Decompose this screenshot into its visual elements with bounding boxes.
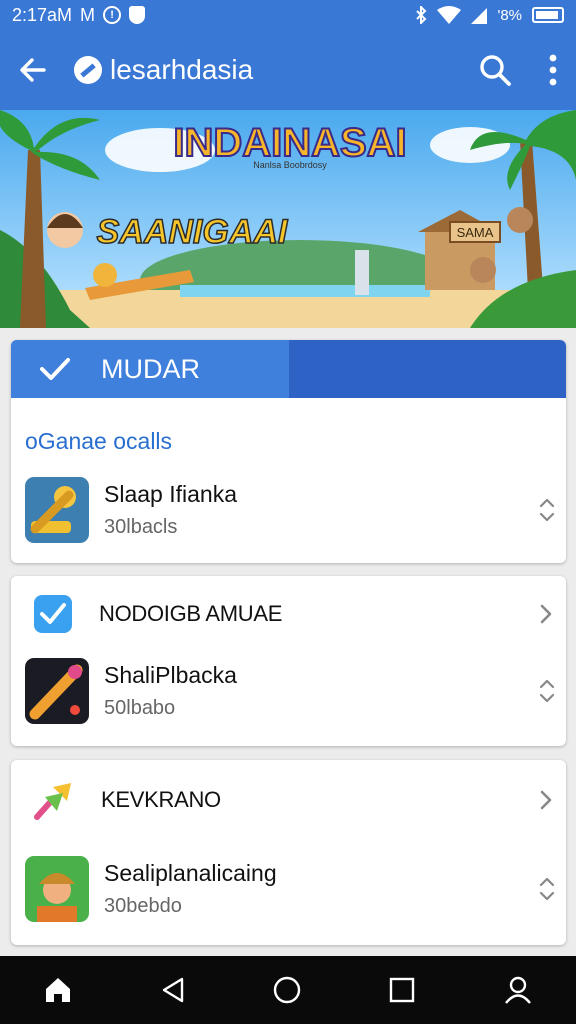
up-down-icon[interactable] [539,497,555,523]
app-icon [25,477,89,543]
list-item[interactable]: Sealiplanalicaing 30bebdo [25,854,555,924]
banner-tagline: Nanlsa Boobrdosy [253,160,327,170]
app-title-group: lesarhdasia [74,54,253,86]
group-label: KEVKRANO [101,787,221,812]
search-icon[interactable] [478,53,512,87]
item-subtitle: 50lbabo [104,697,176,719]
app-logo-icon [74,56,102,84]
section-title: oGanae ocalls [25,428,173,454]
chevron-right-icon[interactable] [539,603,553,625]
games-card: MUDAR oGanae ocalls Slaap Ifianka 30lbac… [11,340,566,563]
person-icon[interactable] [504,976,532,1004]
battery-icon [532,7,564,23]
arrow-left-icon[interactable] [18,55,48,85]
more-vertical-icon[interactable] [548,54,558,86]
app-bar: lesarhdasia [0,30,576,110]
banner-hut-sign: SAMA [457,225,494,240]
group-card: KEVKRANO Sealiplanalicaing 30bebdo [11,760,566,945]
signal-icon [471,8,488,24]
system-nav-bar [0,956,576,1024]
item-name: ShaliPlbacka [104,662,237,688]
item-subtitle: 30lbacls [104,516,178,538]
tab-label: MUDAR [101,353,200,384]
checkbox-icon[interactable] [33,594,73,634]
banner-headline: INDAINASAI [173,121,406,165]
colorful-arrow-icon [34,783,71,820]
wifi-icon [437,6,462,24]
item-name: Sealiplanalicaing [104,860,277,886]
circle-home-icon[interactable] [273,976,301,1004]
group-header[interactable]: NODOIGB AMUAE [33,592,553,636]
banner-artwork: INDAINASAI Nanlsa Boobrdosy SAANIGAAI SA… [0,110,576,328]
up-down-icon[interactable] [539,678,555,704]
info-icon: ! [103,6,122,24]
bluetooth-icon [416,6,427,24]
tab-mudar[interactable]: MUDAR [11,340,289,398]
app-icon [25,658,89,724]
status-time: 2:17aM [12,4,73,25]
square-recents-icon[interactable] [389,977,415,1003]
tab-bar: MUDAR [11,340,566,398]
battery-percent: '8% [497,6,522,24]
app-title: lesarhdasia [110,54,254,85]
up-down-icon[interactable] [539,876,555,902]
chevron-right-icon[interactable] [539,789,553,811]
status-carrier: M [80,4,96,25]
group-card: NODOIGB AMUAE ShaliPlbacka 50lbabo [11,576,566,746]
list-item[interactable]: Slaap Ifianka 30lbacls [25,475,555,545]
item-name: Slaap Ifianka [104,481,237,507]
group-label: NODOIGB AMUAE [99,601,283,626]
promo-banner[interactable]: INDAINASAI Nanlsa Boobrdosy SAANIGAAI SA… [0,110,576,328]
list-item[interactable]: ShaliPlbacka 50lbabo [25,656,555,726]
shield-icon [129,6,146,24]
home-icon[interactable] [44,976,72,1004]
group-header[interactable]: KEVKRANO [33,778,553,822]
banner-subtitle: SAANIGAAI [97,213,289,251]
app-icon [25,856,89,922]
item-subtitle: 30bebdo [104,895,182,917]
back-triangle-icon[interactable] [161,977,185,1003]
check-icon [40,358,70,380]
status-bar: 2:17aM M ! '8% [0,0,576,30]
